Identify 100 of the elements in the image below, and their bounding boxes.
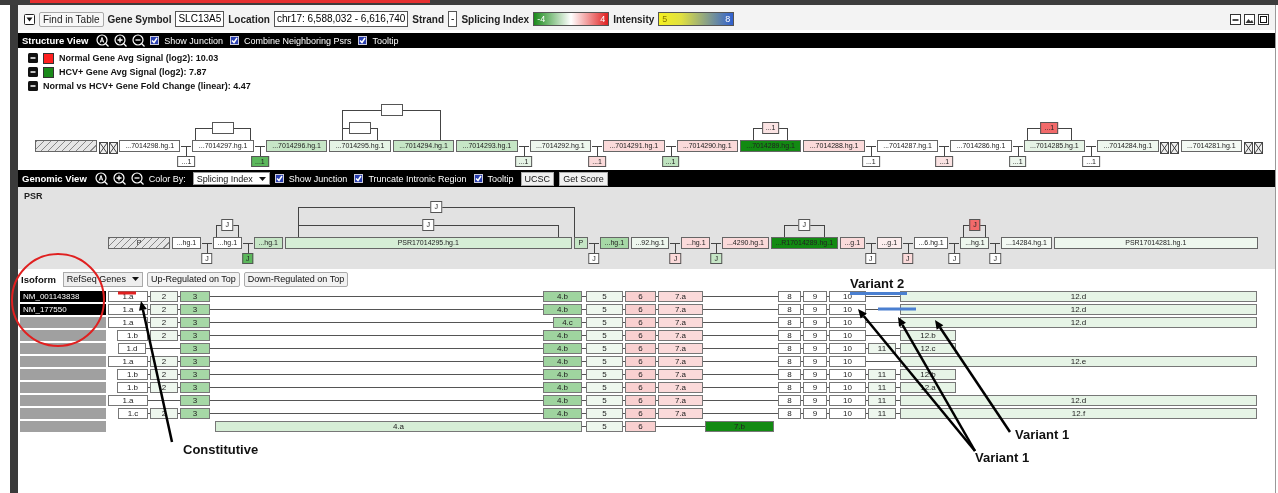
checkmark-icon bbox=[355, 175, 363, 182]
exon-block: 5 bbox=[586, 421, 623, 432]
scale-label: Intensity bbox=[613, 13, 655, 25]
exon-block: 5 bbox=[586, 317, 623, 328]
exon-block: 3 bbox=[180, 395, 210, 406]
isoform-label: Isoform bbox=[21, 273, 56, 285]
exon-block: 5 bbox=[586, 369, 623, 380]
exon-block: 3 bbox=[180, 317, 210, 328]
color-by-dropdown[interactable]: Splicing Index bbox=[192, 172, 270, 185]
exon-block: 6 bbox=[625, 343, 656, 354]
exon-block: 10 bbox=[829, 395, 866, 406]
field-label: Location bbox=[228, 13, 270, 25]
image-icon[interactable] bbox=[1244, 13, 1255, 25]
isoform-name[interactable]: NM_177550 bbox=[20, 304, 106, 315]
exon-block: 1.c bbox=[118, 408, 148, 419]
input-field[interactable]: - bbox=[448, 11, 458, 27]
exon-block: 6 bbox=[625, 408, 656, 419]
exon-block: 7.a bbox=[658, 291, 703, 302]
checkmark-icon bbox=[359, 37, 367, 44]
checkmark-icon bbox=[275, 175, 283, 182]
exon-block: 11 bbox=[868, 395, 896, 406]
isoform-name[interactable]: NM_001143838 bbox=[20, 291, 106, 302]
exon-block: 7.a bbox=[658, 408, 703, 419]
caret-icon bbox=[258, 176, 266, 181]
exon-block: 12.d bbox=[900, 304, 1257, 315]
zoom-fit-icon[interactable] bbox=[94, 172, 108, 185]
crossed-box-icon bbox=[1253, 142, 1263, 154]
sort-button[interactable]: Up-Regulated on Top bbox=[146, 271, 240, 287]
exon-block: 8 bbox=[778, 304, 801, 315]
exon-block: 4.b bbox=[543, 382, 582, 393]
annotation-label: Constitutive bbox=[183, 442, 259, 457]
zoom-in-icon[interactable] bbox=[112, 172, 126, 185]
exon-block: 4.a bbox=[215, 421, 582, 432]
hatched-block bbox=[35, 140, 97, 152]
exon-block: 11 bbox=[868, 382, 896, 393]
zoom-out-icon[interactable] bbox=[130, 172, 144, 185]
minimize-icon[interactable] bbox=[1230, 13, 1241, 25]
checkbox[interactable] bbox=[229, 36, 239, 45]
exon-block: 6 bbox=[625, 395, 656, 406]
checkmark-icon bbox=[151, 37, 159, 44]
collapse-icon[interactable] bbox=[28, 67, 38, 77]
checkbox-label: Tooltip bbox=[487, 173, 514, 184]
collapse-icon[interactable] bbox=[28, 53, 38, 63]
checkbox[interactable] bbox=[473, 174, 483, 183]
exon-block: 12.d bbox=[900, 395, 1257, 406]
checkbox[interactable] bbox=[358, 36, 368, 45]
exon-block: 5 bbox=[586, 291, 623, 302]
checkbox[interactable] bbox=[150, 36, 160, 45]
exon-block: 4.b bbox=[543, 369, 582, 380]
exon-block: 1.a bbox=[108, 395, 148, 406]
zoom-out-icon[interactable] bbox=[132, 34, 146, 47]
scale-label: Splicing Index bbox=[461, 13, 530, 25]
exon-block: 4.b bbox=[543, 291, 582, 302]
exon-block: 5 bbox=[586, 382, 623, 393]
field-label: Gene Symbol bbox=[107, 13, 172, 25]
toolbar-button[interactable]: Get Score bbox=[559, 171, 608, 186]
checkbox-label: Truncate Intronic Region bbox=[368, 173, 467, 184]
input-field[interactable]: SLC13A5 bbox=[175, 11, 225, 27]
exon-block: 9 bbox=[803, 408, 827, 419]
exon-block: 7.a bbox=[658, 369, 703, 380]
sort-button[interactable]: Down-Regulated on Top bbox=[243, 271, 349, 287]
exon-block: 1.b bbox=[117, 369, 148, 380]
zoom-in-icon[interactable] bbox=[114, 34, 128, 47]
zoom-fit-icon[interactable] bbox=[96, 34, 110, 47]
checkbox[interactable] bbox=[354, 174, 364, 183]
exon-block: 7.a bbox=[658, 317, 703, 328]
checkbox[interactable] bbox=[274, 174, 284, 183]
exon-block: 4.b bbox=[543, 356, 582, 367]
input-field[interactable]: chr17: 6,588,032 - 6,616,740 bbox=[273, 11, 409, 27]
exon-block: 6 bbox=[625, 330, 656, 341]
exon-block: 9 bbox=[803, 395, 827, 406]
collapse-icon[interactable] bbox=[28, 81, 38, 91]
exon-block: 1.a bbox=[108, 317, 148, 328]
exon-block: 10 bbox=[829, 317, 866, 328]
scale-max-label: 4 bbox=[600, 14, 606, 24]
checkbox-label: Show Junction bbox=[288, 173, 348, 184]
isoform-source-dropdown[interactable]: RefSeq Genes bbox=[62, 271, 143, 287]
track-label: PSR bbox=[24, 191, 43, 201]
exon-block: 8 bbox=[778, 343, 801, 354]
dropdown-icon[interactable] bbox=[24, 13, 35, 25]
exon-block: 3 bbox=[180, 343, 210, 354]
exon-block: 2 bbox=[150, 330, 178, 341]
annotation-label: Variant 1 bbox=[1015, 427, 1070, 442]
maximize-icon[interactable] bbox=[1258, 13, 1269, 25]
exon-block: 10 bbox=[829, 356, 866, 367]
crossed-box-icon bbox=[108, 142, 118, 154]
exon-block: 1.d bbox=[118, 343, 146, 354]
toolbar-button[interactable]: UCSC bbox=[520, 171, 555, 186]
checkbox-label: Combine Neighboring Psrs bbox=[243, 35, 352, 46]
exon-block: 7.a bbox=[658, 343, 703, 354]
exon-block: 3 bbox=[180, 304, 210, 315]
exon-block: 9 bbox=[803, 330, 827, 341]
exon-block: 9 bbox=[803, 369, 827, 380]
exon-block: 5 bbox=[586, 395, 623, 406]
exon-block: 7.a bbox=[658, 382, 703, 393]
find-in-table-button[interactable]: Find in Table bbox=[39, 11, 104, 27]
exon-block: 2 bbox=[150, 304, 178, 315]
exon-block: 7.a bbox=[658, 356, 703, 367]
exon-block: 5 bbox=[586, 304, 623, 315]
exon-block: 12.e bbox=[900, 356, 1257, 367]
